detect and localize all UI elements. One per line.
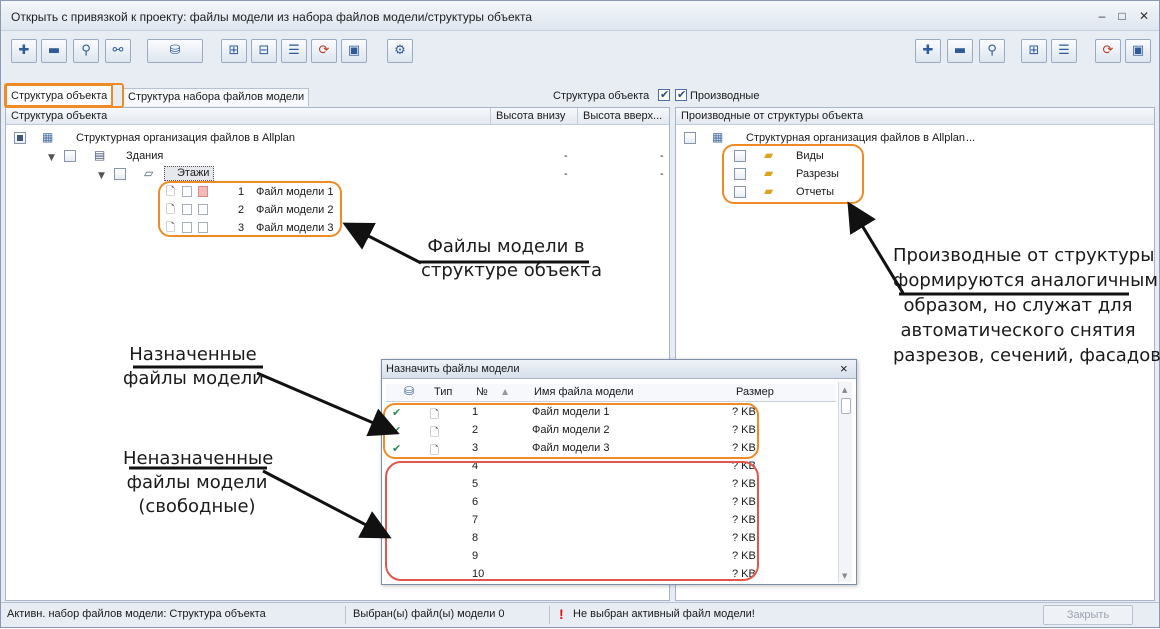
status-warning: Не выбран активный файл модели! (573, 608, 755, 620)
annotation-line: Назначенные (129, 344, 257, 365)
annotation-line: образом, но служат для (903, 295, 1133, 316)
status-divider (549, 606, 550, 624)
warning-icon: ! (559, 606, 564, 622)
annotation-line: Файлы модели в (427, 236, 585, 257)
status-divider (345, 606, 346, 624)
status-active-set: Активн. набор файлов модели: Структура о… (7, 608, 266, 620)
status-selected: Выбран(ы) файл(ы) модели 0 (353, 608, 505, 620)
annotation-line: структуре объекта (421, 260, 602, 281)
annotation-line: Неназначенные (123, 448, 274, 469)
annotation-derived: Производные от структуры формируются ана… (893, 243, 1160, 368)
annotation-files-in-structure: Файлы модели в структуре объекта (421, 235, 602, 283)
annotation-line: разрезов, сечений, фасадов (893, 345, 1160, 366)
annotation-line: файлы модели (126, 472, 268, 493)
annotation-line: файлы модели (123, 368, 264, 389)
status-bar: Активн. набор файлов модели: Структура о… (1, 602, 1159, 627)
annotation-assigned: Назначенные файлы модели (123, 343, 264, 391)
annotation-line: автоматического снятия (900, 320, 1136, 341)
close-button[interactable]: Закрыть (1043, 605, 1133, 625)
annotation-line: (свободные) (138, 496, 256, 517)
main-window: Открыть с привязкой к проекту: файлы мод… (0, 0, 1160, 628)
annotation-line: формируются аналогичным (893, 270, 1158, 291)
annotation-line: Производные от структуры (893, 245, 1155, 266)
annotation-unassigned: Неназначенные файлы модели (свободные) (123, 447, 274, 519)
